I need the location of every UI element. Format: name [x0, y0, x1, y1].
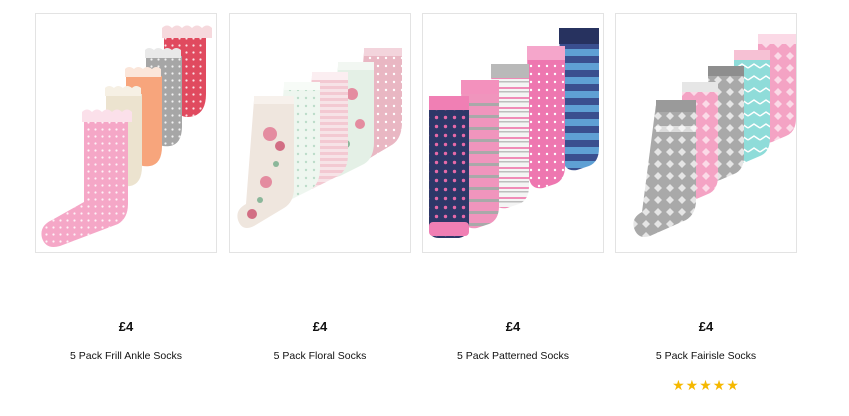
star-icon: ★: [712, 377, 727, 393]
product-image-link[interactable]: [422, 13, 604, 253]
product-price: £4: [505, 319, 521, 334]
socks-floral-image: [237, 48, 402, 228]
product-price: £4: [312, 319, 328, 334]
product-image-link[interactable]: [35, 13, 217, 253]
star-icon: ★: [699, 377, 713, 393]
product-card[interactable]: £4 5 Pack Frill Ankle Socks: [35, 13, 217, 362]
product-card[interactable]: £4 5 Pack Floral Socks: [229, 13, 411, 362]
star-icon: ★: [672, 377, 686, 393]
product-image-link[interactable]: [615, 13, 797, 253]
socks-frill-image: [41, 25, 212, 247]
product-card[interactable]: £4 5 Pack Fairisle Socks ★★★★★: [615, 13, 797, 392]
socks-fairisle-image: [633, 34, 796, 237]
socks-patterned-image: [429, 28, 599, 238]
product-price: £4: [118, 319, 134, 334]
product-name-link[interactable]: 5 Pack Floral Socks: [229, 350, 411, 362]
product-name-link[interactable]: 5 Pack Fairisle Socks: [615, 350, 797, 362]
product-image-link[interactable]: [229, 13, 411, 253]
star-icon: ★: [726, 377, 740, 393]
product-name-link[interactable]: 5 Pack Frill Ankle Socks: [35, 350, 217, 362]
star-icon: ★: [685, 377, 700, 393]
product-price: £4: [698, 319, 714, 334]
product-grid: £4 5 Pack Frill Ankle Socks £4 5 Pack Fl…: [0, 0, 849, 416]
product-card[interactable]: £4 5 Pack Patterned Socks: [422, 13, 604, 362]
product-name-link[interactable]: 5 Pack Patterned Socks: [422, 350, 604, 362]
star-rating[interactable]: ★★★★★: [615, 378, 797, 392]
